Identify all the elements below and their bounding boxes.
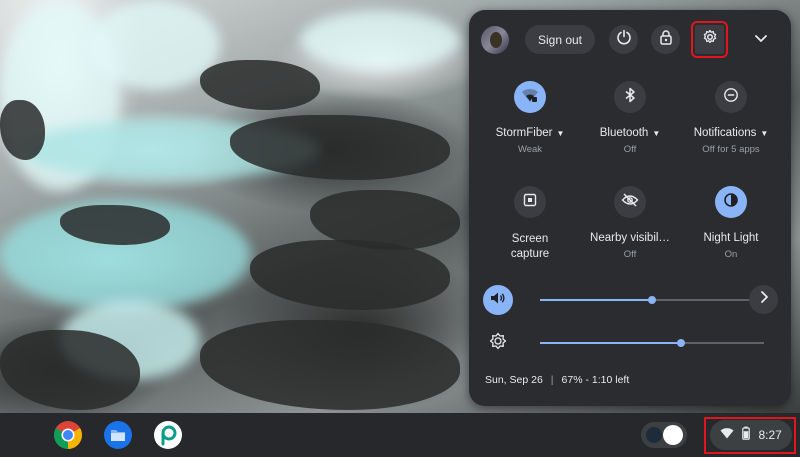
- tile-screen-capture-label: Screen capture: [510, 233, 550, 260]
- lock-icon: [659, 29, 673, 50]
- night-light-icon: [723, 192, 739, 213]
- screen-capture-icon: [523, 193, 537, 212]
- tile-nearby-visibility-label: Nearby visibil…: [590, 232, 670, 244]
- tile-nearby-visibility[interactable]: Nearby visibil… Off: [580, 186, 680, 260]
- tile-wifi-label: StormFiber: [495, 127, 553, 139]
- volume-slider[interactable]: [540, 296, 764, 304]
- tile-screen-capture[interactable]: Screen capture: [480, 186, 580, 262]
- tile-notifications[interactable]: Notifications ▼ Off for 5 apps: [681, 81, 781, 155]
- brightness-slider[interactable]: [540, 339, 764, 347]
- audio-settings-button[interactable]: [749, 285, 778, 314]
- tile-night-light[interactable]: Night Light On: [681, 186, 781, 260]
- separator: |: [550, 374, 554, 386]
- eye-off-icon: [621, 192, 639, 212]
- shelf-app-chrome[interactable]: [53, 420, 83, 450]
- quick-settings-panel: Sign out StormFiber ▼ Weak Bluetooth ▼ O…: [469, 10, 791, 406]
- tile-nearby-visibility-status: Off: [623, 249, 637, 260]
- tile-night-light-status: On: [724, 249, 738, 260]
- nearby-visibility-toggle[interactable]: [614, 186, 646, 218]
- shelf-app-picsart[interactable]: [153, 420, 183, 450]
- shelf-app-files[interactable]: [103, 420, 133, 450]
- tile-night-light-label: Night Light: [703, 232, 759, 244]
- tile-wifi[interactable]: StormFiber ▼ Weak: [480, 81, 580, 155]
- volume-slider-fill: [540, 299, 652, 301]
- notifications-toggle[interactable]: [715, 81, 747, 113]
- brightness-slider-fill: [540, 342, 682, 344]
- bluetooth-toggle[interactable]: [614, 81, 646, 113]
- date-label[interactable]: Sun, Sep 26: [485, 374, 543, 386]
- avatar[interactable]: [481, 26, 509, 54]
- caret-down-icon[interactable]: ▼: [556, 129, 564, 138]
- tile-wifi-status: Weak: [517, 144, 543, 155]
- phone-hub-icon: [646, 427, 662, 443]
- wifi-toggle[interactable]: [514, 81, 546, 113]
- wifi-icon: [521, 87, 539, 108]
- volume-mute-button[interactable]: [483, 285, 513, 315]
- shelf: 8:27: [0, 413, 800, 457]
- gear-icon: [702, 29, 718, 50]
- phone-hub-button[interactable]: [641, 422, 687, 448]
- collapse-button[interactable]: [750, 29, 772, 51]
- chrome-icon: [53, 421, 83, 454]
- night-light-toggle[interactable]: [715, 186, 747, 218]
- brightness-slider-thumb[interactable]: [677, 339, 686, 347]
- tile-notifications-status: Off for 5 apps: [702, 144, 760, 155]
- brightness-icon: [489, 332, 507, 355]
- volume-row: [469, 285, 791, 317]
- sign-out-button[interactable]: Sign out: [525, 25, 595, 54]
- status-footer: Sun, Sep 26 | 67% - 1:10 left: [485, 374, 629, 386]
- brightness-button: [483, 328, 513, 358]
- tray-highlight-frame: [704, 417, 796, 454]
- volume-slider-thumb[interactable]: [648, 296, 656, 304]
- picsart-icon: [153, 421, 183, 454]
- caret-down-icon[interactable]: ▼: [652, 129, 660, 138]
- lock-button[interactable]: [651, 25, 680, 54]
- brightness-row: [469, 328, 791, 360]
- phone-hub-knob: [663, 425, 683, 445]
- do-not-disturb-icon: [723, 87, 739, 108]
- tile-bluetooth[interactable]: Bluetooth ▼ Off: [580, 81, 680, 155]
- settings-button[interactable]: [691, 21, 728, 58]
- power-button[interactable]: [609, 25, 638, 54]
- power-icon: [616, 29, 632, 50]
- volume-icon: [490, 291, 506, 310]
- bluetooth-icon: [624, 87, 636, 108]
- tile-bluetooth-status: Off: [623, 144, 637, 155]
- caret-down-icon[interactable]: ▼: [760, 129, 768, 138]
- files-folder-icon: [103, 421, 133, 454]
- quick-settings-header: Sign out: [469, 10, 791, 68]
- tile-notifications-label: Notifications: [693, 127, 757, 139]
- chevron-down-icon: [754, 31, 768, 49]
- battery-status[interactable]: 67% - 1:10 left: [562, 374, 630, 386]
- chevron-right-icon: [759, 290, 769, 309]
- screen-capture-toggle[interactable]: [514, 186, 546, 218]
- tile-bluetooth-label: Bluetooth: [599, 127, 649, 139]
